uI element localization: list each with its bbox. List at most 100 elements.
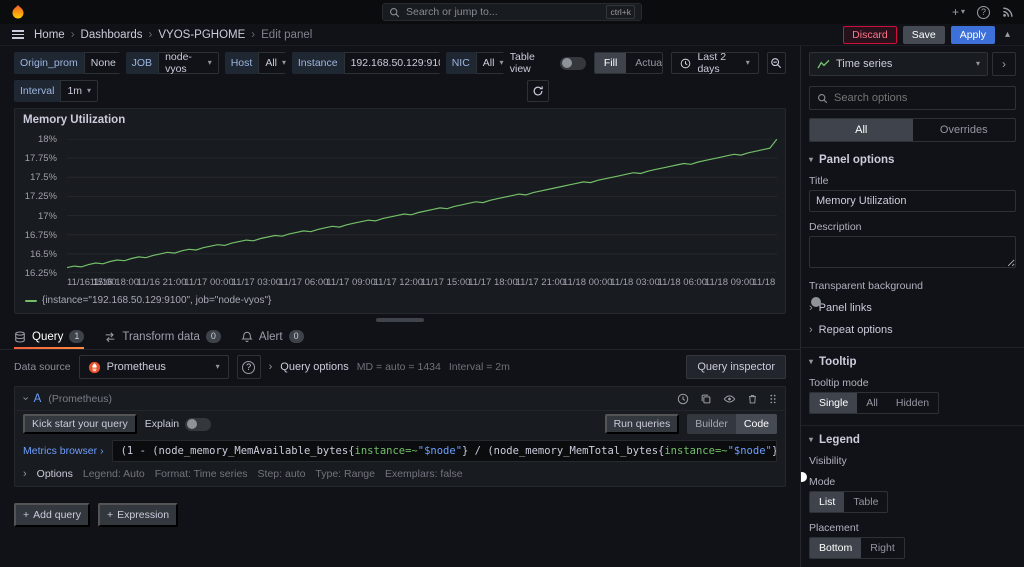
options-search[interactable] [809, 86, 1016, 110]
legend-placement-label: Placement [809, 522, 859, 534]
menu-icon[interactable] [10, 28, 26, 41]
tab-query[interactable]: Query 1 [14, 324, 85, 349]
add-query-button[interactable]: + Add query [14, 503, 91, 527]
duplicate-query-button[interactable] [700, 393, 712, 405]
x-axis-label: 11/18 12:00 [752, 277, 777, 288]
legend-placement-right[interactable]: Right [861, 538, 904, 558]
promql-code-input[interactable]: (1 - (node_memory_MemAvailable_bytes{ins… [111, 440, 777, 462]
tab-transform-data[interactable]: Transform data 0 [104, 324, 221, 349]
global-search[interactable]: Search or jump to... ctrl+k [382, 3, 642, 21]
run-queries-button[interactable]: Run queries [604, 414, 680, 434]
chevron-right-icon: › [100, 445, 104, 457]
datasource-help-button[interactable]: ? [236, 355, 261, 379]
variable-origin-prom[interactable]: Origin_prom None▾ [14, 52, 120, 74]
breadcrumb-home[interactable]: Home [34, 29, 65, 41]
legend-mode-list[interactable]: List [810, 492, 845, 512]
builder-option[interactable]: Builder [687, 414, 736, 434]
table-view-toggle[interactable] [559, 56, 586, 70]
variable-label: NIC [445, 52, 476, 74]
breadcrumb-dashboard-name[interactable]: VYOS-PGHOME [158, 29, 245, 41]
query-history-button[interactable] [677, 393, 689, 405]
memory-utilization-panel[interactable]: Memory Utilization 16.25% 16.5% 16.75% 17% 1… [14, 108, 786, 314]
drag-query-handle[interactable] [769, 393, 777, 405]
options-type-meta: Type: Range [315, 468, 375, 480]
save-button[interactable]: Save [902, 25, 945, 44]
x-axis-label: 11/17 09:00 [326, 277, 376, 288]
x-axis-label: 11/17 15:00 [420, 277, 471, 288]
tooltip-mode-all[interactable]: All [857, 393, 887, 413]
apply-button[interactable]: Apply [950, 25, 995, 44]
query-options-collapsed-row[interactable]: › Options Legend: Auto Format: Time seri… [15, 465, 785, 486]
zoom-out-button[interactable] [766, 52, 786, 74]
discard-button[interactable]: Discard [843, 25, 897, 44]
tab-overrides[interactable]: Overrides [913, 119, 1016, 141]
section-legend[interactable]: ▾ Legend [809, 434, 1016, 446]
grafana-logo[interactable] [10, 4, 26, 20]
transform-icon [104, 331, 116, 343]
chart-legend[interactable]: {instance="192.168.50.129:9100", job="no… [25, 295, 271, 306]
explain-toggle[interactable] [185, 417, 212, 431]
panel-links-section[interactable]: › Panel links [809, 302, 1016, 314]
add-button[interactable]: + ▾ [952, 5, 965, 19]
refresh-icon [533, 86, 543, 96]
section-tooltip[interactable]: ▾ Tooltip [809, 356, 1016, 368]
variable-nic[interactable]: NIC All ▾ [445, 52, 504, 74]
section-panel-options[interactable]: ▾ Panel options [809, 154, 1016, 166]
kickstart-button[interactable]: Kick start your query [23, 414, 137, 434]
panel-title-input[interactable] [809, 190, 1016, 212]
panel-resize-handle[interactable] [376, 318, 424, 322]
tooltip-mode-hidden[interactable]: Hidden [887, 393, 938, 413]
legend-placement-bottom[interactable]: Bottom [810, 538, 862, 558]
news-button[interactable] [1002, 6, 1014, 18]
shortcut-badge: ctrl+k [606, 5, 635, 19]
y-axis-label: 16.5% [30, 248, 57, 260]
remove-query-button[interactable] [747, 393, 758, 405]
query-inspector-button[interactable]: Query inspector [686, 355, 786, 379]
actual-option[interactable]: Actual [626, 53, 662, 73]
datasource-picker[interactable]: Prometheus ▾ [78, 355, 229, 379]
x-axis-label: 11/17 03:00 [231, 277, 282, 288]
history-icon [677, 393, 689, 404]
refresh-button[interactable] [527, 80, 549, 102]
chart-plot-area[interactable] [67, 139, 777, 273]
x-axis-label: 11/18 00:00 [562, 277, 613, 288]
variable-instance[interactable]: Instance 192.168.50.129:9100 [291, 52, 440, 74]
edit-panel-main: Origin_prom None▾ JOB node-vyos▾ Host Al… [0, 46, 800, 567]
chart-y-axis: 16.25% 16.5% 16.75% 17% 17.25% 17.5% 17.75% 18% [19, 134, 63, 279]
tab-alert[interactable]: Alert 0 [241, 324, 304, 349]
help-button[interactable]: ? [977, 5, 990, 19]
legend-mode-table[interactable]: Table [844, 492, 887, 512]
x-axis-label: 11/17 21:00 [515, 277, 566, 288]
options-search-input[interactable] [834, 92, 1008, 104]
timeseries-chart [67, 139, 777, 273]
collapse-query-icon[interactable]: › [19, 397, 31, 401]
editor-tabs: Query 1 Transform data 0 Alert 0 [0, 324, 800, 350]
tab-all-options[interactable]: All [810, 119, 913, 141]
code-option[interactable]: Code [735, 414, 777, 434]
add-expression-button[interactable]: + Expression [98, 503, 179, 527]
visualization-picker[interactable]: Time series ▾ [809, 52, 988, 76]
metrics-browser-button[interactable]: Metrics browser › [23, 445, 104, 457]
tab-badge: 0 [205, 330, 221, 343]
repeat-options-section[interactable]: › Repeat options [809, 324, 1016, 336]
explain-control: Explain [145, 417, 212, 431]
table-view-label: Table view [509, 51, 535, 75]
query-ref-id[interactable]: A [34, 393, 42, 405]
panel-description-input[interactable] [809, 236, 1016, 268]
variable-job[interactable]: JOB node-vyos ▾ [125, 52, 219, 74]
breadcrumb-dashboards[interactable]: Dashboards [81, 29, 143, 41]
legend-series-label[interactable]: {instance="192.168.50.129:9100", job="no… [42, 295, 271, 306]
hide-query-button[interactable] [723, 393, 736, 405]
chevron-up-icon[interactable]: ▴ [1001, 29, 1014, 40]
panel-title: Memory Utilization [23, 114, 126, 126]
fill-option[interactable]: Fill [594, 53, 627, 73]
metrics-browser-label: Metrics browser [23, 445, 98, 457]
chart-x-axis: 11/16 15:00 11/16 18:00 11/16 21:00 11/17 0… [67, 277, 777, 289]
y-axis-label: 17% [37, 210, 57, 222]
variable-host[interactable]: Host All ▾ [224, 52, 286, 74]
time-range-picker[interactable]: Last 2 days ▾ [671, 51, 759, 75]
query-options-toggle[interactable]: › Query options MD = auto = 1434 Interva… [269, 361, 510, 373]
collapse-options-pane-button[interactable]: › [992, 52, 1016, 76]
variable-interval[interactable]: Interval 1m ▾ [14, 80, 99, 102]
tooltip-mode-single[interactable]: Single [810, 393, 858, 413]
